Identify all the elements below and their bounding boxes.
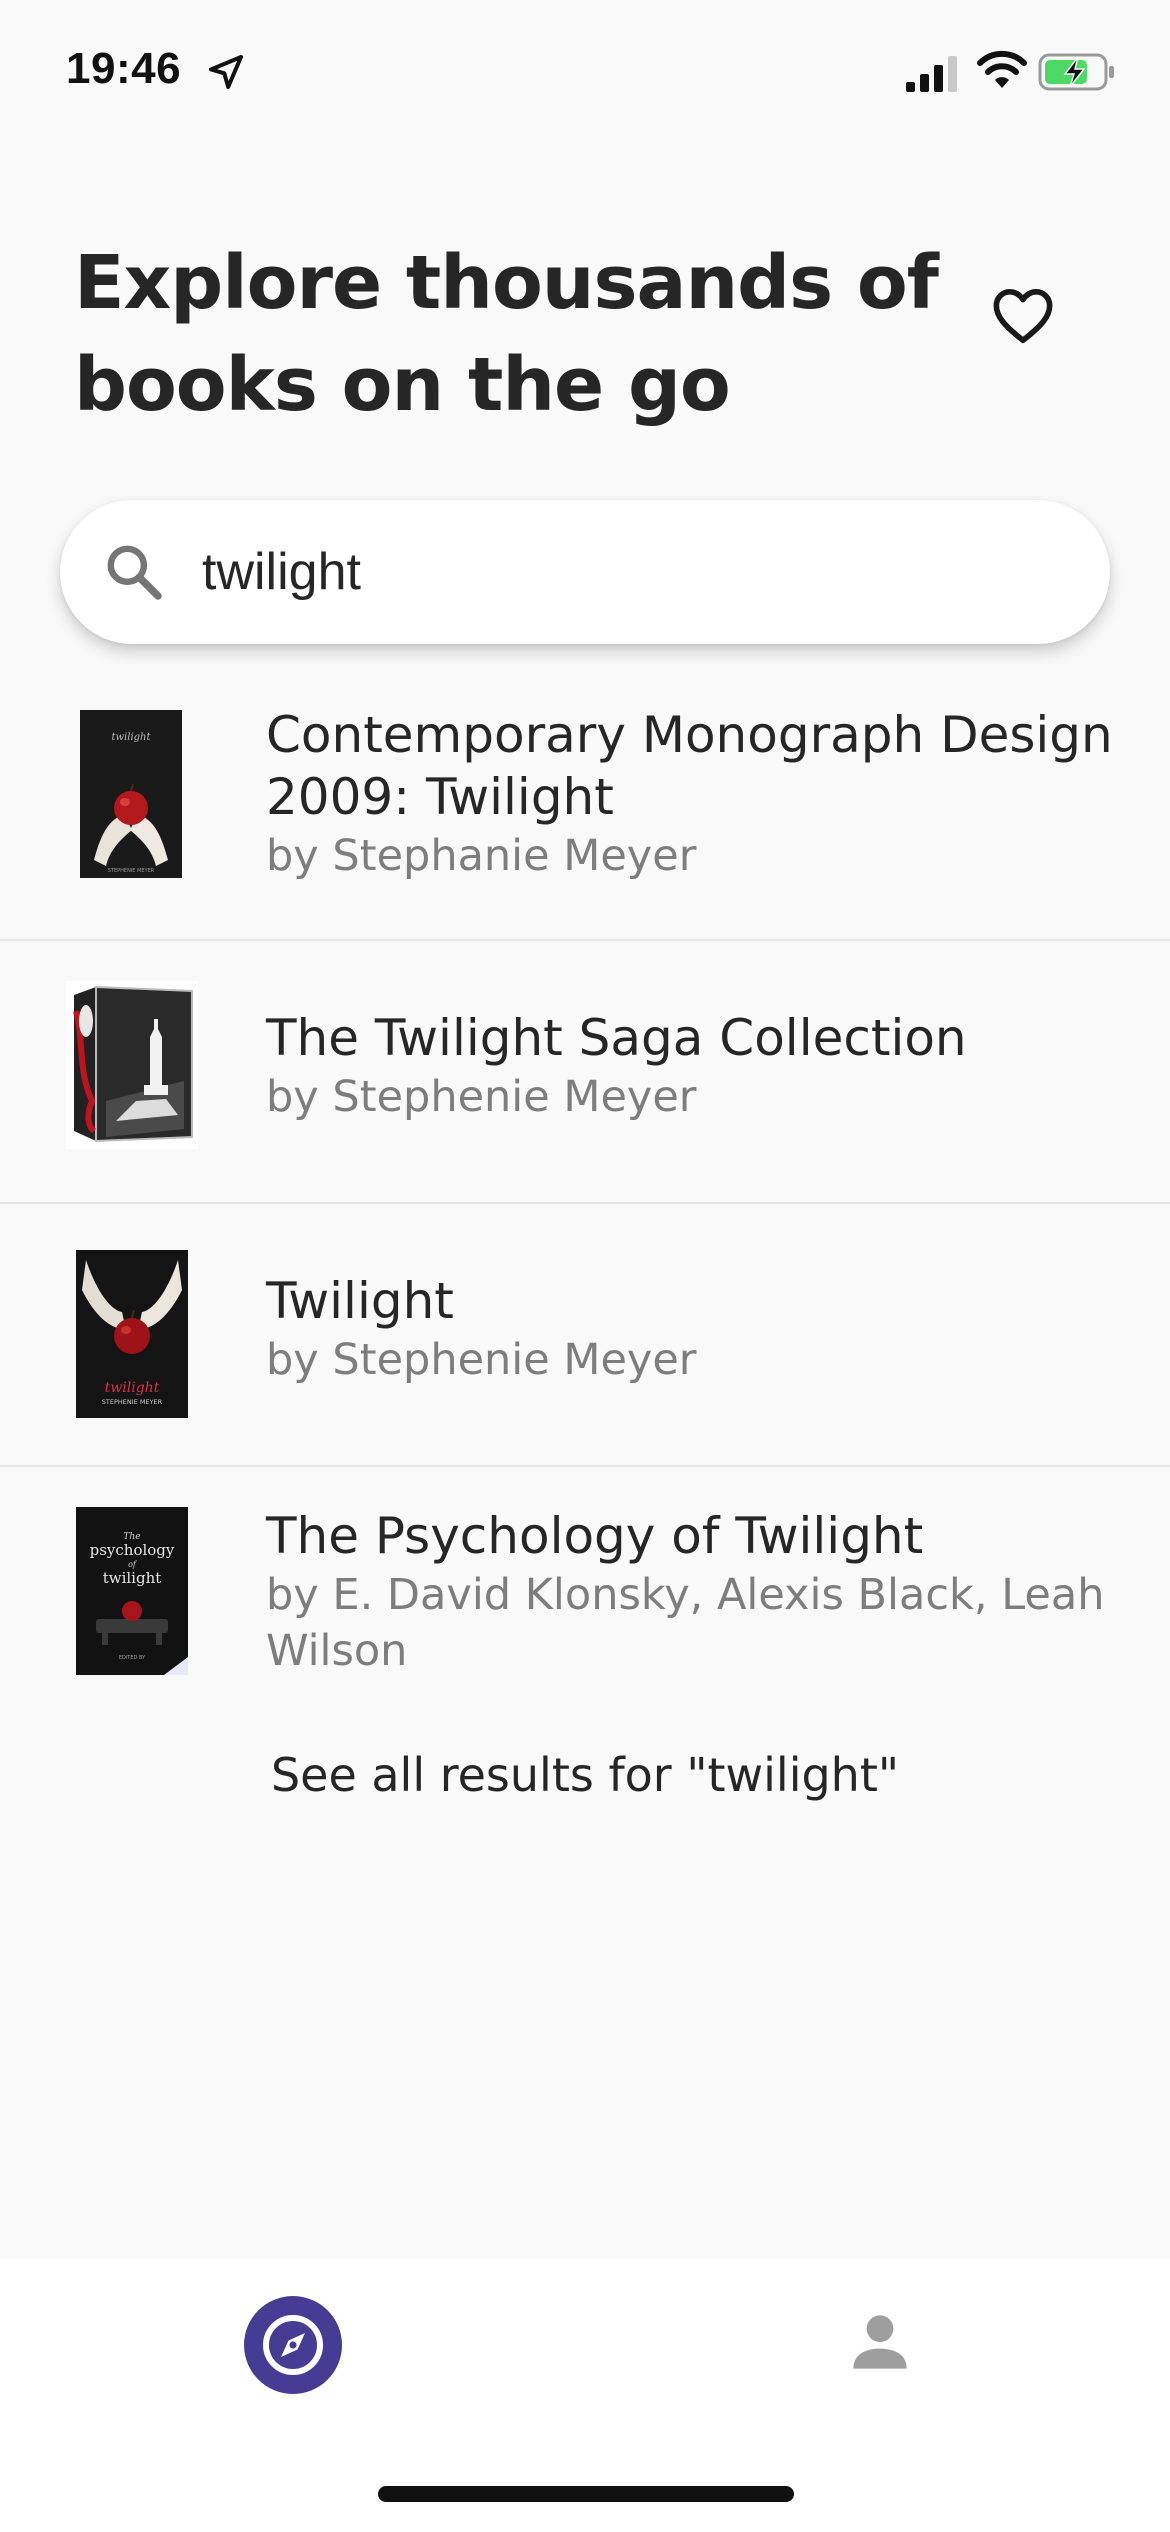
battery-charging-icon [1038,53,1114,91]
see-all-results-link[interactable]: See all results for "twilight" [0,1748,1170,1802]
svg-text:STEPHENIE MEYER: STEPHENIE MEYER [102,1398,163,1406]
result-item[interactable]: The psychology of twilight EDITED BY The… [0,1467,1170,1730]
result-item[interactable]: The Twilight Saga Collection by Stepheni… [0,941,1170,1204]
book-cover [66,981,198,1149]
search-input[interactable] [202,500,1062,644]
favorites-button[interactable] [988,280,1058,350]
result-author: by Stephenie Meyer [266,1335,697,1385]
svg-text:twilight: twilight [111,732,151,743]
result-title: Twilight [266,1272,454,1330]
home-indicator [378,2486,794,2502]
person-icon [853,2315,907,2369]
compass-icon [263,2315,323,2375]
nav-explore-button[interactable] [244,2296,342,2394]
status-bar: 19:46 [0,0,1170,150]
svg-text:psychology: psychology [90,1541,175,1559]
result-text: The Psychology of Twilight by E. David K… [266,1505,1130,1679]
book-cover: The psychology of twilight EDITED BY [76,1507,188,1675]
result-title: The Psychology of Twilight [266,1507,924,1565]
nav-profile-button[interactable] [840,2302,920,2382]
result-item[interactable]: twilight STEPHENIE MEYER Contemporary Mo… [0,678,1170,941]
result-item[interactable]: twilight STEPHENIE MEYER Twilight by Ste… [0,1204,1170,1467]
location-arrow-icon [209,55,243,89]
heart-outline-icon [993,289,1053,344]
search-bar[interactable] [60,500,1110,644]
result-author: by Stephenie Meyer [266,1072,697,1122]
result-text: Contemporary Monograph Design 2009: Twil… [266,704,1130,884]
search-icon [107,545,162,600]
book-cover: twilight STEPHENIE MEYER [80,710,182,878]
svg-text:STEPHENIE MEYER: STEPHENIE MEYER [108,868,155,874]
result-text: Twilight by Stephenie Meyer [266,1270,1130,1388]
result-title: Contemporary Monograph Design 2009: Twil… [266,706,1113,826]
result-author: by Stephanie Meyer [266,831,697,881]
result-title: The Twilight Saga Collection [266,1009,967,1067]
wifi-icon [977,50,1027,88]
result-author: by E. David Klonsky, Alexis Black, Leah … [266,1570,1105,1676]
svg-text:twilight: twilight [103,1569,162,1587]
page-title: Explore thousands of books on the go [74,240,939,428]
cellular-signal-icon [906,56,957,92]
svg-text:EDITED BY: EDITED BY [119,1655,146,1661]
book-cover: twilight STEPHENIE MEYER [76,1250,188,1418]
result-text: The Twilight Saga Collection by Stepheni… [266,1007,1130,1125]
svg-text:twilight: twilight [105,1380,160,1396]
status-time: 19:46 [66,44,182,93]
results-list: twilight STEPHENIE MEYER Contemporary Mo… [0,678,1170,1730]
